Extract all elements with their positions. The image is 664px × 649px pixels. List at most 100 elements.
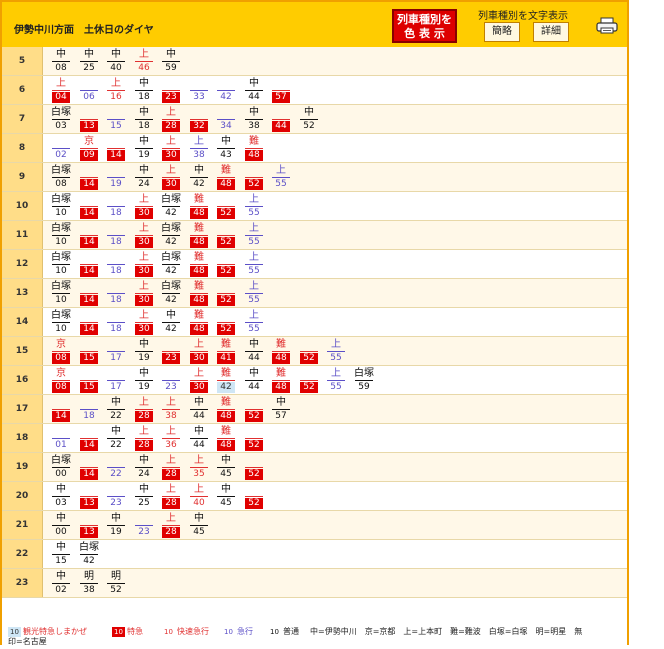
- train-entry[interactable]: 上 30: [160, 136, 182, 161]
- train-entry[interactable]: 18: [78, 397, 100, 422]
- train-entry[interactable]: 18: [105, 252, 127, 277]
- train-entry[interactable]: 22: [105, 455, 127, 480]
- train-entry[interactable]: 13: [78, 513, 100, 538]
- train-entry[interactable]: 中 19: [105, 513, 127, 538]
- train-entry[interactable]: 52: [215, 310, 237, 335]
- train-entry[interactable]: 白塚 42: [160, 281, 182, 306]
- train-entry[interactable]: 明 52: [105, 571, 127, 596]
- color-display-button[interactable]: 列車種別を 色 表 示: [392, 9, 457, 43]
- printer-icon[interactable]: [596, 17, 618, 35]
- train-entry[interactable]: 難 48: [188, 252, 210, 277]
- train-entry[interactable]: 13: [78, 484, 100, 509]
- train-entry[interactable]: 中 19: [133, 368, 155, 393]
- train-entry[interactable]: 難 48: [188, 223, 210, 248]
- train-entry[interactable]: 中 18: [133, 78, 155, 103]
- train-entry[interactable]: 14: [78, 252, 100, 277]
- train-entry[interactable]: 52: [298, 368, 320, 393]
- train-entry[interactable]: 京 08: [50, 339, 72, 364]
- train-entry[interactable]: 15: [105, 107, 127, 132]
- train-entry[interactable]: 52: [298, 339, 320, 364]
- train-entry[interactable]: 上 28: [160, 107, 182, 132]
- train-entry[interactable]: 上 35: [188, 455, 210, 480]
- train-entry[interactable]: 06: [78, 78, 100, 103]
- train-entry[interactable]: 白塚 03: [50, 107, 72, 132]
- train-entry[interactable]: 白塚 10: [50, 194, 72, 219]
- train-entry[interactable]: 中 45: [215, 484, 237, 509]
- train-entry[interactable]: 23: [160, 78, 182, 103]
- train-entry[interactable]: 上 55: [243, 223, 265, 248]
- train-entry[interactable]: 23: [160, 339, 182, 364]
- train-entry[interactable]: 中 18: [133, 107, 155, 132]
- train-entry[interactable]: 京 09: [78, 136, 100, 161]
- train-entry[interactable]: 上 55: [270, 165, 292, 190]
- train-entry[interactable]: 13: [78, 107, 100, 132]
- train-entry[interactable]: 52: [243, 455, 265, 480]
- train-entry[interactable]: 上 30: [188, 339, 210, 364]
- train-entry[interactable]: 上 30: [133, 252, 155, 277]
- train-entry[interactable]: 中 24: [133, 455, 155, 480]
- train-entry[interactable]: 白塚 00: [50, 455, 72, 480]
- train-entry[interactable]: 23: [133, 513, 155, 538]
- train-entry[interactable]: 京 08: [50, 368, 72, 393]
- train-entry[interactable]: 15: [78, 368, 100, 393]
- train-entry[interactable]: 中 57: [270, 397, 292, 422]
- train-entry[interactable]: 中 00: [50, 513, 72, 538]
- train-entry[interactable]: 14: [50, 397, 72, 422]
- train-entry[interactable]: 中 43: [215, 136, 237, 161]
- train-entry[interactable]: 上 30: [188, 368, 210, 393]
- train-entry[interactable]: 23: [105, 484, 127, 509]
- train-entry[interactable]: 中 59: [160, 49, 182, 74]
- train-entry[interactable]: 難 48: [215, 165, 237, 190]
- train-entry[interactable]: 17: [105, 368, 127, 393]
- train-entry[interactable]: 難 48: [243, 136, 265, 161]
- train-entry[interactable]: 上 55: [325, 339, 347, 364]
- train-entry[interactable]: 上 55: [243, 252, 265, 277]
- train-entry[interactable]: 中 44: [188, 397, 210, 422]
- train-entry[interactable]: 白塚 08: [50, 165, 72, 190]
- train-entry[interactable]: 中 22: [105, 397, 127, 422]
- train-entry[interactable]: 01: [50, 426, 72, 451]
- train-entry[interactable]: 白塚 42: [160, 194, 182, 219]
- train-entry[interactable]: 上 30: [133, 310, 155, 335]
- train-entry[interactable]: 14: [78, 310, 100, 335]
- train-entry[interactable]: 中 19: [133, 339, 155, 364]
- train-entry[interactable]: 中 44: [243, 78, 265, 103]
- train-entry[interactable]: 上 38: [160, 397, 182, 422]
- train-entry[interactable]: 14: [78, 165, 100, 190]
- train-entry[interactable]: 52: [243, 426, 265, 451]
- train-entry[interactable]: 上 30: [133, 223, 155, 248]
- train-entry[interactable]: 白塚 42: [78, 542, 100, 567]
- train-entry[interactable]: 34: [215, 107, 237, 132]
- train-entry[interactable]: 52: [243, 165, 265, 190]
- train-entry[interactable]: 中 42: [160, 310, 182, 335]
- train-entry[interactable]: 14: [105, 136, 127, 161]
- train-entry[interactable]: 18: [105, 223, 127, 248]
- train-entry[interactable]: 中 44: [188, 426, 210, 451]
- train-entry[interactable]: 上 30: [133, 281, 155, 306]
- train-entry[interactable]: 18: [105, 194, 127, 219]
- train-entry[interactable]: 中 44: [243, 339, 265, 364]
- train-entry[interactable]: 中 44: [243, 368, 265, 393]
- train-entry[interactable]: 中 52: [298, 107, 320, 132]
- train-entry[interactable]: 明 38: [78, 571, 100, 596]
- train-entry[interactable]: 中 08: [50, 49, 72, 74]
- train-entry[interactable]: 上 28: [160, 513, 182, 538]
- detail-view-button[interactable]: 詳細: [533, 22, 569, 42]
- train-entry[interactable]: 52: [215, 194, 237, 219]
- train-entry[interactable]: 白塚 59: [353, 368, 375, 393]
- train-entry[interactable]: 白塚 42: [160, 252, 182, 277]
- train-entry[interactable]: 中 22: [105, 426, 127, 451]
- train-entry[interactable]: 上 55: [325, 368, 347, 393]
- train-entry[interactable]: 上 36: [160, 426, 182, 451]
- train-entry[interactable]: 18: [105, 310, 127, 335]
- train-entry[interactable]: 中 15: [50, 542, 72, 567]
- train-entry[interactable]: 中 25: [78, 49, 100, 74]
- train-entry[interactable]: 上 40: [188, 484, 210, 509]
- simple-view-button[interactable]: 簡略: [484, 22, 520, 42]
- train-entry[interactable]: 難 48: [188, 310, 210, 335]
- train-entry[interactable]: 23: [160, 368, 182, 393]
- train-entry[interactable]: 52: [215, 223, 237, 248]
- train-entry[interactable]: 難 41: [215, 339, 237, 364]
- train-entry[interactable]: 52: [215, 281, 237, 306]
- train-entry[interactable]: 中 42: [188, 165, 210, 190]
